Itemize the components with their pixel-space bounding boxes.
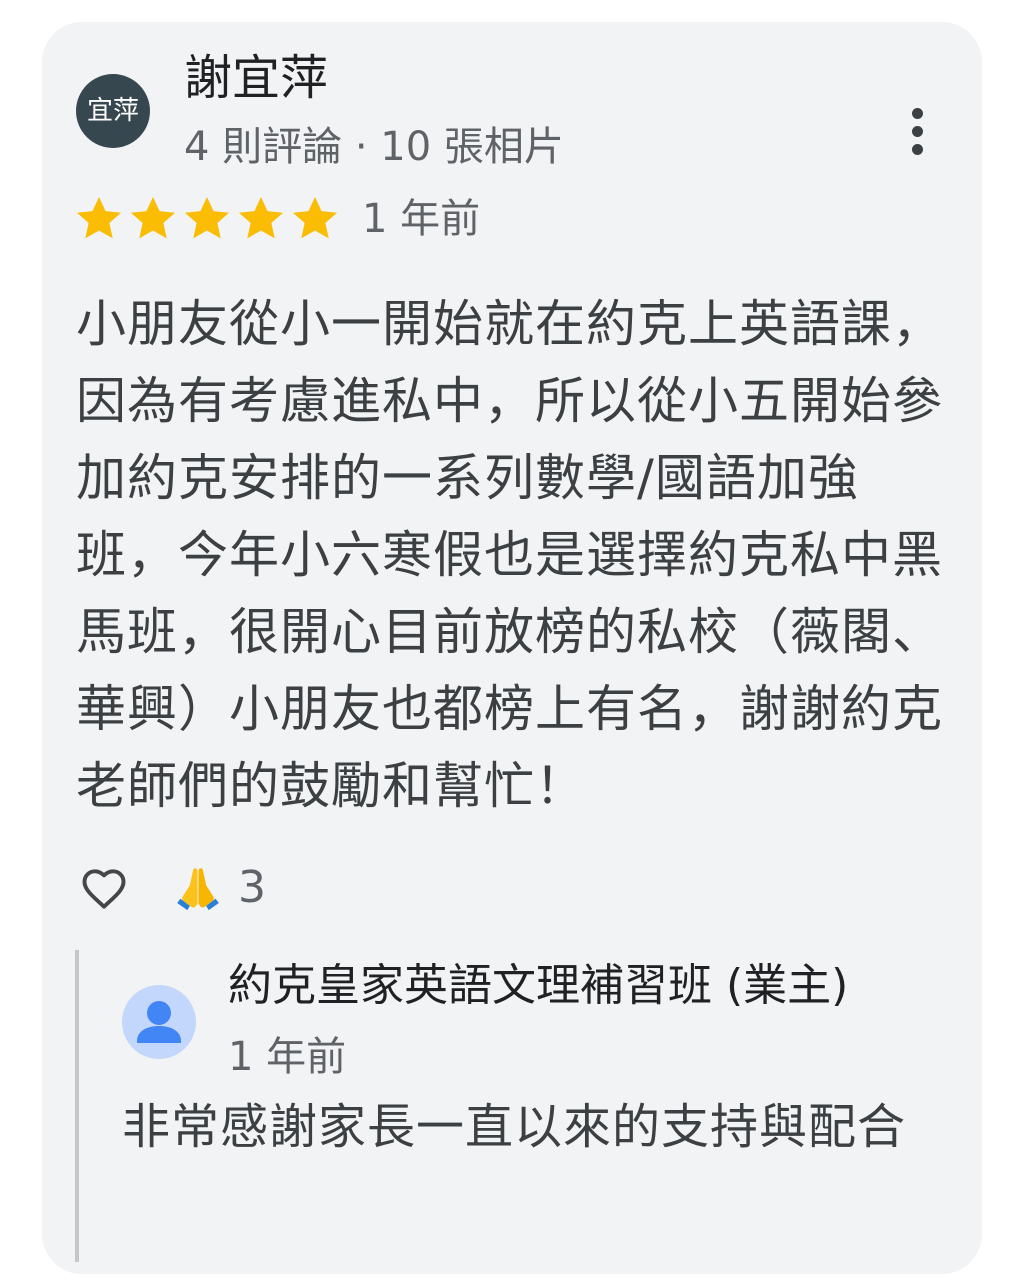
reviewer-name[interactable]: 謝宜萍: [184, 48, 328, 108]
star-icon: [292, 196, 338, 239]
person-icon[interactable]: [122, 985, 196, 1059]
review-text: 小朋友從小一開始就在約克上英語課，因為有考慮進私中，所以從小五開始參加約克安排的…: [76, 295, 943, 815]
star-icon: [76, 196, 122, 239]
star-icon: [184, 196, 230, 239]
owner-reply-text: 非常感謝家長一直以來的支持與配合: [122, 1099, 907, 1155]
rating-row: 1 年前: [72, 190, 480, 248]
reviewer-meta: 4 則評論 · 10 張相片: [184, 124, 564, 170]
heart-outline-icon[interactable]: [76, 862, 132, 914]
owner-reply-date: 1 年前: [228, 1034, 347, 1080]
reply-divider: [75, 950, 79, 1262]
review-date: 1 年前: [362, 196, 481, 242]
star-icon: [130, 196, 176, 239]
folded-hands-icon[interactable]: [172, 862, 224, 914]
reaction-row: 3: [76, 860, 266, 916]
star-icon: [238, 196, 284, 239]
owner-name[interactable]: 約克皇家英語文理補習班 (業主): [228, 958, 848, 1014]
star-rating: [72, 192, 342, 246]
reviewer-avatar[interactable]: 宜萍: [76, 74, 150, 148]
review-card: 宜萍 謝宜萍 4 則評論 · 10 張相片 1 年前 小朋友從小一開始就在約克上…: [42, 22, 982, 1274]
more-options-button[interactable]: [898, 104, 938, 160]
reaction-count: 3: [238, 862, 266, 913]
more-vert-icon: [912, 108, 923, 119]
